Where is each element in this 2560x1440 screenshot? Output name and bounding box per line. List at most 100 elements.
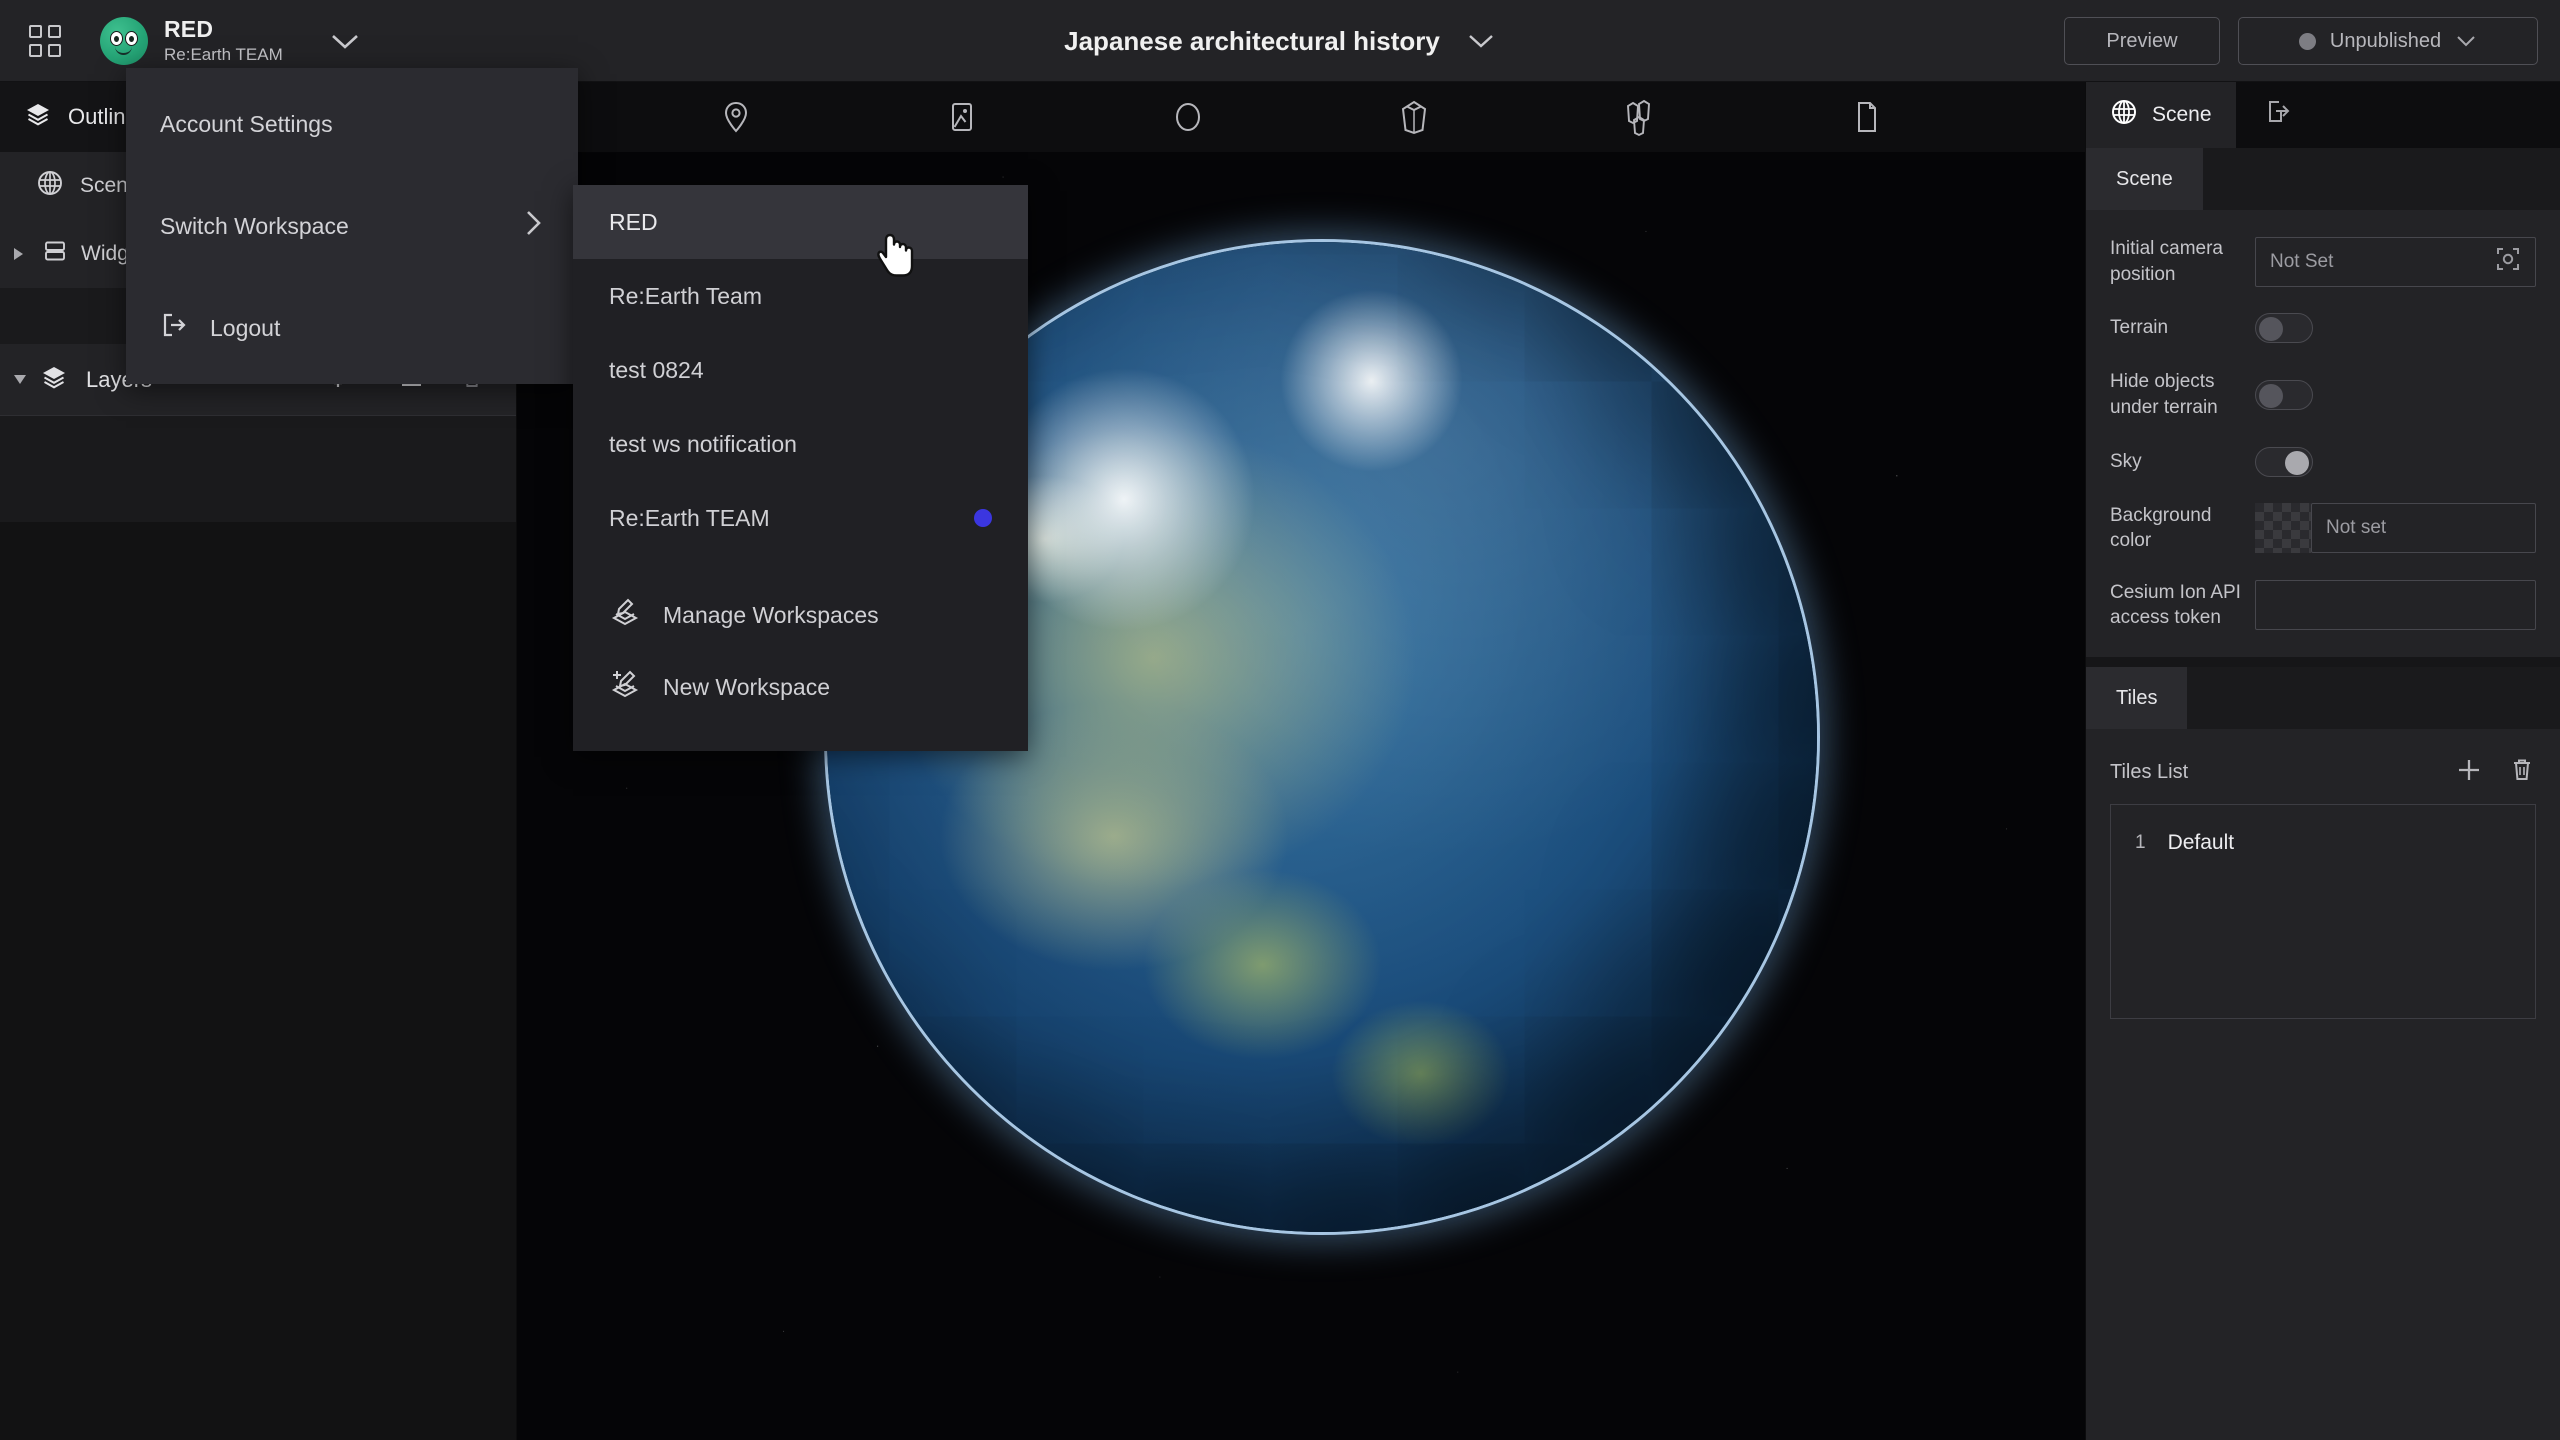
field-label: Background color xyxy=(2110,504,2212,552)
field-background-color: Background color Not set xyxy=(2110,503,2536,554)
chevron-right-icon xyxy=(522,207,544,245)
menu-gap xyxy=(126,156,578,194)
tiles-subtabs: Tiles xyxy=(2086,667,2560,730)
globe-icon xyxy=(36,169,64,203)
canvas-toolbar xyxy=(517,82,2085,152)
triangle-down-icon[interactable] xyxy=(14,375,26,384)
workspace-label: RED xyxy=(609,208,658,235)
models-3d-icon[interactable] xyxy=(1612,89,1668,145)
menu-item-switch-workspace[interactable]: Switch Workspace xyxy=(126,194,578,258)
right-panel: Scene Scene Initial camera position Not … xyxy=(2085,82,2560,1440)
menu-item-label: Manage Workspaces xyxy=(663,601,879,628)
account-name: RED xyxy=(164,16,214,42)
tile-index: 1 xyxy=(2135,832,2146,854)
workspace-label: Re:Earth Team xyxy=(609,282,762,309)
scene-properties: Initial camera position Not Set Terrain xyxy=(2086,210,2560,631)
tiles-actions xyxy=(2454,755,2536,790)
scene-subtabs: Scene xyxy=(2086,148,2560,210)
account-text-group: RED Re:Earth TEAM xyxy=(164,16,283,65)
field-value: Not set xyxy=(2326,517,2387,539)
trash-icon[interactable] xyxy=(2508,756,2536,789)
field-value: Not Set xyxy=(2270,250,2334,272)
workspace-item-test-ws-notification[interactable]: test ws notification xyxy=(573,407,1028,481)
initial-camera-position-input[interactable]: Not Set xyxy=(2255,236,2536,287)
publish-chevron-down-icon xyxy=(2457,36,2475,47)
publish-status-button[interactable]: Unpublished xyxy=(2238,17,2538,65)
tab-publish-export[interactable] xyxy=(2236,82,2318,148)
workspace-label: test 0824 xyxy=(609,356,704,383)
menu-item-label: Logout xyxy=(210,314,281,341)
manage-workspaces-icon xyxy=(609,596,641,634)
field-initial-camera-position: Initial camera position Not Set xyxy=(2110,236,2536,287)
map-pin-icon[interactable] xyxy=(708,89,764,145)
triangle-right-icon[interactable] xyxy=(14,248,23,260)
tile-name: Default xyxy=(2167,831,2235,855)
menu-item-manage-workspaces[interactable]: Manage Workspaces xyxy=(573,579,1028,651)
field-label: Sky xyxy=(2110,450,2142,472)
status-badge: Unpublished xyxy=(2329,29,2442,52)
page-icon[interactable] xyxy=(1838,89,1894,145)
menu-item-label: New Workspace xyxy=(663,673,831,700)
menu-gap xyxy=(126,258,578,296)
tiles-list-label: Tiles List xyxy=(2110,761,2189,784)
page-title: Japanese architectural history xyxy=(1064,25,1440,56)
publish-export-icon xyxy=(2262,97,2292,133)
switch-workspace-submenu: RED Re:Earth Team test 0824 test ws noti… xyxy=(573,185,1028,751)
field-label: Hide objects under terrain xyxy=(2110,371,2218,418)
sky-toggle[interactable] xyxy=(2255,446,2313,477)
current-workspace-dot-icon xyxy=(974,509,992,527)
field-cesium-ion-token: Cesium Ion API access token xyxy=(2110,580,2536,631)
subtab-tiles[interactable]: Tiles xyxy=(2086,667,2188,730)
capture-camera-icon[interactable] xyxy=(2495,246,2521,278)
tiles-list-header: Tiles List xyxy=(2086,729,2560,804)
photo-overlay-icon[interactable] xyxy=(934,89,990,145)
grid-apps-icon[interactable] xyxy=(0,0,90,82)
widgets-icon xyxy=(41,237,69,271)
menu-item-logout[interactable]: Logout xyxy=(126,296,578,360)
tab-scene[interactable]: Scene xyxy=(2086,82,2236,148)
cesium-ion-token-input[interactable] xyxy=(2255,580,2536,631)
field-label: Cesium Ion API access token xyxy=(2110,581,2241,629)
workspace-item-reearth-team-current[interactable]: Re:Earth TEAM xyxy=(573,481,1028,555)
account-dropdown-menu: Account Settings Switch Workspace Logout xyxy=(126,68,578,384)
new-workspace-icon xyxy=(609,668,641,706)
menu-item-label: Account Settings xyxy=(160,110,333,137)
account-workspace: Re:Earth TEAM xyxy=(164,45,283,64)
right-panel-tabs: Scene xyxy=(2086,82,2560,148)
workspace-item-reearth-team[interactable]: Re:Earth Team xyxy=(573,259,1028,333)
layers-stack-icon xyxy=(40,363,68,396)
menu-item-account-settings[interactable]: Account Settings xyxy=(126,92,578,156)
field-label: Initial camera position xyxy=(2110,238,2223,285)
workspace-label: test ws notification xyxy=(609,430,797,457)
layers-list-body xyxy=(0,522,516,1440)
sphere-icon[interactable] xyxy=(1160,89,1216,145)
list-item[interactable]: 1 Default xyxy=(2121,823,2525,863)
header-actions: Preview Unpublished xyxy=(2064,0,2538,82)
background-color-input[interactable]: Not set xyxy=(2311,503,2536,554)
subtab-scene[interactable]: Scene xyxy=(2086,148,2203,210)
field-label: Terrain xyxy=(2110,317,2169,339)
menu-item-new-workspace[interactable]: New Workspace xyxy=(573,651,1028,723)
tiles-list-box[interactable]: 1 Default xyxy=(2110,804,2536,1020)
workspace-item-test-0824[interactable]: test 0824 xyxy=(573,333,1028,407)
field-hide-objects-under-terrain: Hide objects under terrain xyxy=(2110,369,2536,420)
hide-objects-under-terrain-toggle[interactable] xyxy=(2255,379,2313,410)
reearth-editor-window: RED Re:Earth TEAM Japanese architectural… xyxy=(0,0,2560,1440)
workspace-label: Re:Earth TEAM xyxy=(609,504,770,531)
chevron-down-icon[interactable] xyxy=(329,31,361,51)
preview-button[interactable]: Preview xyxy=(2064,17,2220,65)
panel-divider xyxy=(2086,657,2560,668)
title-chevron-down-icon[interactable] xyxy=(1466,32,1496,50)
logout-icon xyxy=(160,310,190,346)
box-3d-icon[interactable] xyxy=(1386,89,1442,145)
status-dot-icon xyxy=(2298,32,2316,50)
background-color-swatch[interactable] xyxy=(2255,503,2311,554)
plus-icon[interactable] xyxy=(2454,755,2484,790)
layers-stack-icon xyxy=(24,100,52,134)
menu-item-label: Switch Workspace xyxy=(160,212,349,239)
menu-gap xyxy=(573,555,1028,579)
globe-icon xyxy=(2110,98,2138,132)
terrain-toggle[interactable] xyxy=(2255,313,2313,344)
workspace-item-red[interactable]: RED xyxy=(573,185,1028,259)
field-sky: Sky xyxy=(2110,446,2536,477)
